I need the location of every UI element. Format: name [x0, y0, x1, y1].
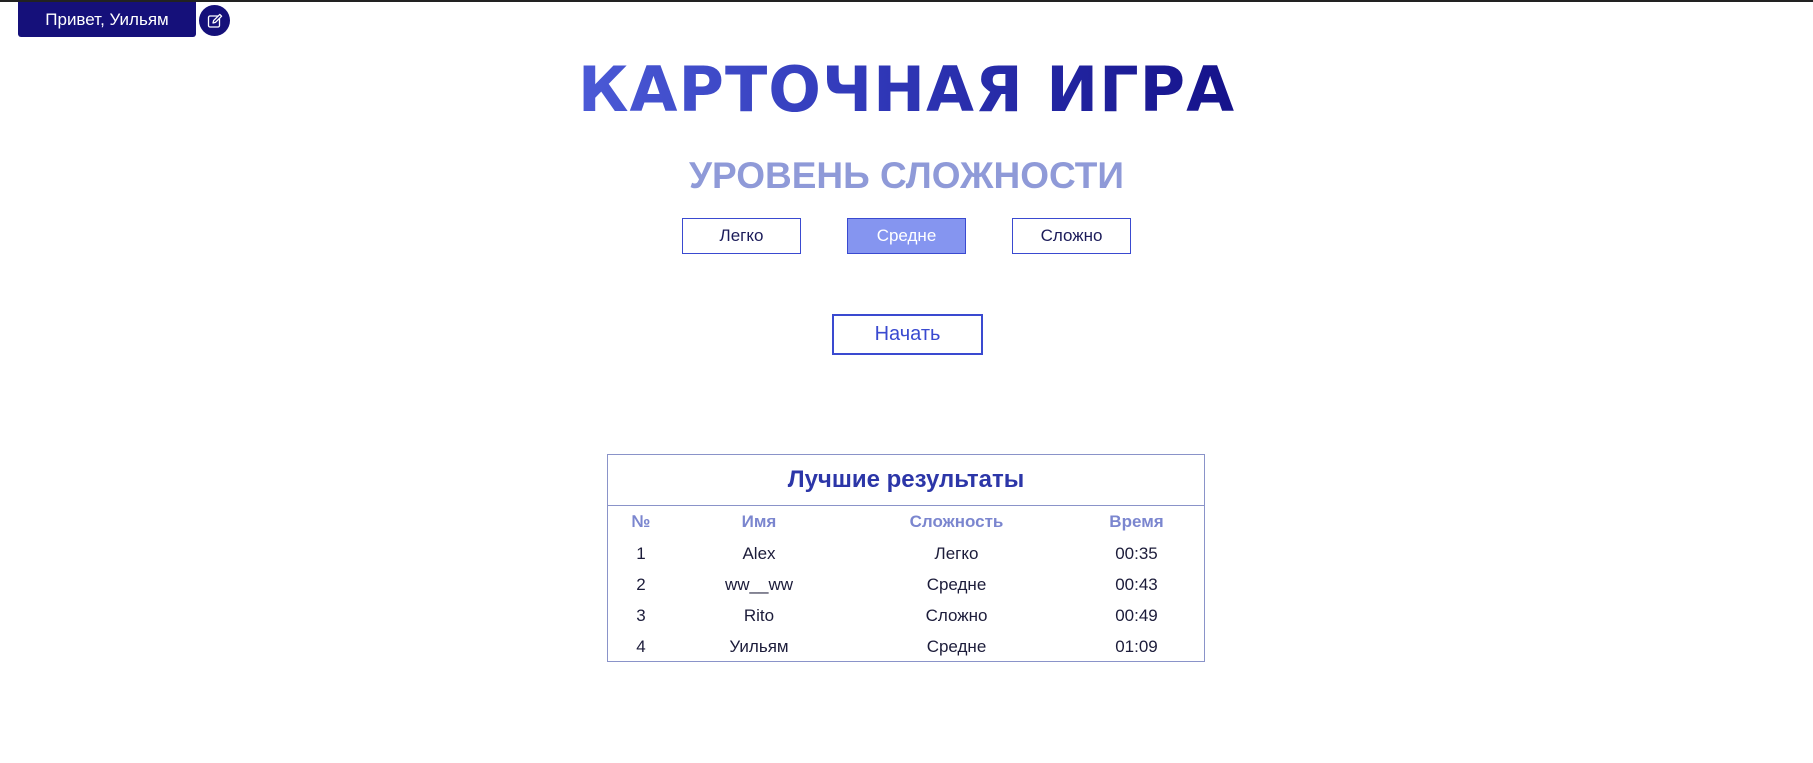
- table-row: 3 Rito Сложно 00:49: [608, 600, 1204, 631]
- edit-icon: [207, 13, 222, 28]
- cell-difficulty: Средне: [926, 636, 987, 656]
- cell-difficulty: Сложно: [925, 605, 988, 625]
- cell-name: ww__ww: [724, 574, 794, 594]
- table-header-row: № Имя Сложность Время: [608, 506, 1204, 538]
- cell-number: 1: [636, 543, 646, 563]
- cell-time: 00:49: [1115, 605, 1158, 625]
- level-hard-button[interactable]: Сложно: [1012, 218, 1131, 254]
- table-row: 1 Alex Легко 00:35: [608, 538, 1204, 569]
- cell-time: 00:35: [1115, 543, 1158, 563]
- column-header-number: №: [631, 512, 651, 531]
- table-row: 2 ww__ww Средне 00:43: [608, 569, 1204, 600]
- leaderboard-table: № Имя Сложность Время 1 Alex Легко 00:35…: [608, 506, 1204, 662]
- column-header-time: Время: [1109, 512, 1164, 531]
- top-border: [0, 0, 1813, 2]
- page-title: КАРТОЧНАЯ ИГРА: [0, 50, 1813, 131]
- cell-number: 3: [636, 605, 646, 625]
- cell-time: 00:43: [1115, 574, 1158, 594]
- greeting-badge: Привет, Уильям: [18, 2, 196, 37]
- page-title-text: КАРТОЧНАЯ ИГРА: [577, 53, 1236, 126]
- cell-time: 01:09: [1115, 636, 1158, 656]
- edit-name-button[interactable]: [199, 5, 230, 36]
- level-easy-button[interactable]: Легко: [682, 218, 801, 254]
- start-button[interactable]: Начать: [832, 314, 983, 355]
- cell-name: Rito: [743, 605, 775, 625]
- column-header-difficulty: Сложность: [909, 512, 1004, 531]
- cell-difficulty: Легко: [934, 543, 979, 563]
- cell-difficulty: Средне: [926, 574, 987, 594]
- leaderboard-title: Лучшие результаты: [608, 455, 1204, 506]
- level-medium-button[interactable]: Средне: [847, 218, 966, 254]
- leaderboard: Лучшие результаты № Имя Сложность Время …: [607, 454, 1205, 662]
- difficulty-heading: УРОВЕНЬ СЛОЖНОСТИ: [689, 155, 1124, 196]
- table-row: 4 Уильям Средне 01:09: [608, 631, 1204, 662]
- cell-number: 2: [636, 574, 646, 594]
- cell-name: Alex: [742, 543, 776, 563]
- cell-name: Уильям: [729, 636, 789, 656]
- cell-number: 4: [636, 636, 646, 656]
- column-header-name: Имя: [741, 512, 777, 531]
